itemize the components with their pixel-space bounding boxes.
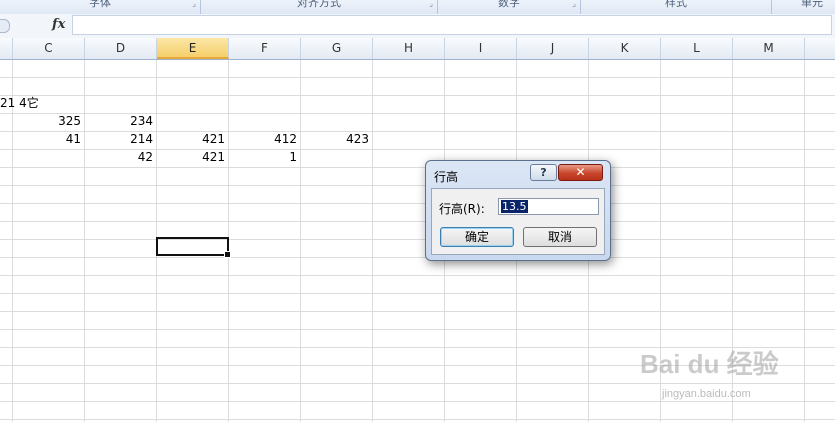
close-button[interactable]: ✕ [558, 164, 603, 181]
ribbon-group-styles: 样式 [581, 0, 772, 14]
cell-d5[interactable]: 234 [85, 112, 153, 130]
ribbon-group-styles-label: 样式 [665, 0, 687, 9]
ribbon-group-strip: 字体 ⌟ 对齐方式 ⌟ 数字 ⌟ 样式 单元 [0, 0, 835, 15]
dialog-launcher-icon[interactable]: ⌟ [429, 0, 433, 8]
column-header-e[interactable]: E [157, 38, 229, 59]
column-header-h[interactable]: H [373, 38, 445, 59]
column-header-m[interactable]: M [733, 38, 805, 59]
ribbon-group-number-label: 数字 [498, 0, 520, 9]
row-height-dialog: 行高 ? ✕ 行高(R): 13.5 确定 取消 [425, 160, 611, 261]
column-header-f[interactable]: F [229, 38, 301, 59]
formula-input[interactable] [72, 15, 832, 35]
ribbon-group-number: 数字 ⌟ [438, 0, 581, 14]
ribbon-group-cells: 单元 [772, 0, 835, 14]
column-header-c[interactable]: C [13, 38, 85, 59]
help-icon: ? [540, 166, 547, 179]
formula-bar: fx [0, 14, 835, 39]
column-header-k[interactable]: K [589, 38, 661, 59]
cell-e7[interactable]: 421 [157, 148, 225, 166]
cell-c5[interactable]: 325 [13, 112, 81, 130]
dialog-launcher-icon[interactable]: ⌟ [192, 0, 196, 8]
dialog-launcher-icon[interactable]: ⌟ [572, 0, 576, 8]
fill-handle[interactable] [224, 251, 231, 258]
cell-d7[interactable]: 42 [85, 148, 153, 166]
ribbon-group-cells-label: 单元 [801, 0, 823, 9]
cell-f6[interactable]: 412 [229, 130, 297, 148]
column-header-partial[interactable] [0, 38, 13, 59]
column-header-j[interactable]: J [517, 38, 589, 59]
cell-e6[interactable]: 421 [157, 130, 225, 148]
dialog-title: 行高 [434, 170, 459, 184]
cell-f7[interactable]: 1 [229, 148, 297, 166]
cell-c6[interactable]: 41 [13, 130, 81, 148]
insert-function-icon[interactable]: fx [52, 17, 65, 32]
row-height-label: 行高(R): [439, 202, 485, 216]
cell-d6[interactable]: 214 [85, 130, 153, 148]
active-cell-cursor[interactable] [156, 237, 231, 258]
name-box-resize-handle[interactable] [0, 19, 10, 33]
cell-g6[interactable]: 423 [301, 130, 369, 148]
dialog-body: 行高(R): 13.5 确定 取消 [431, 188, 605, 255]
column-header-l[interactable]: L [661, 38, 733, 59]
column-header-row: C D E F G H I J K L M [0, 38, 835, 60]
column-header-g[interactable]: G [301, 38, 373, 59]
ribbon-group-font: 字体 ⌟ [0, 0, 201, 14]
cell-row4-text[interactable]: 21 4它 [0, 94, 70, 112]
ribbon-group-alignment-label: 对齐方式 [297, 0, 341, 9]
ok-button[interactable]: 确定 [440, 227, 514, 247]
row-height-value[interactable]: 13.5 [501, 200, 528, 213]
column-header-partial-right[interactable] [805, 38, 835, 59]
close-icon: ✕ [575, 165, 586, 179]
ribbon-group-alignment: 对齐方式 ⌟ [201, 0, 438, 14]
help-button[interactable]: ? [530, 164, 557, 181]
column-header-i[interactable]: I [445, 38, 517, 59]
row-height-input[interactable]: 13.5 [498, 198, 599, 215]
column-header-d[interactable]: D [85, 38, 157, 59]
ribbon-group-font-label: 字体 [89, 0, 111, 9]
cancel-button[interactable]: 取消 [523, 227, 597, 247]
